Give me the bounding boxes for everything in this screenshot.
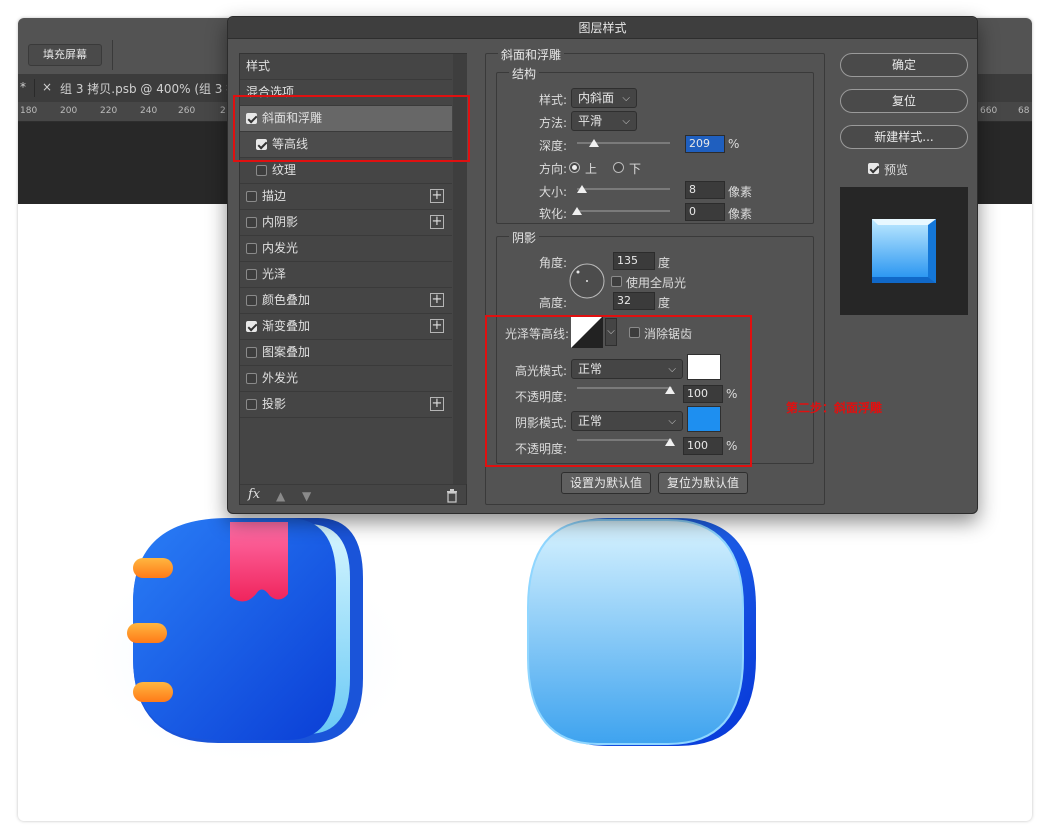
style-item-color-overlay[interactable]: 颜色叠加 +	[240, 288, 452, 314]
depth-unit: %	[728, 137, 740, 151]
move-down-icon[interactable]: ▼	[302, 489, 311, 503]
fx-icon[interactable]: fx	[248, 487, 260, 502]
new-style-button[interactable]: 新建样式...	[840, 125, 968, 149]
reset-button[interactable]: 复位	[840, 89, 968, 113]
add-color-overlay-icon[interactable]: +	[430, 293, 444, 307]
gradient-overlay-checkbox[interactable]	[246, 321, 257, 332]
style-select[interactable]: 内斜面 ⌵	[571, 88, 637, 108]
inner-shadow-checkbox[interactable]	[246, 217, 257, 228]
styles-header[interactable]: 样式	[240, 54, 452, 80]
add-inner-shadow-icon[interactable]: +	[430, 215, 444, 229]
color-overlay-checkbox[interactable]	[246, 295, 257, 306]
drop-shadow-checkbox[interactable]	[246, 399, 257, 410]
size-unit: 像素	[728, 185, 753, 199]
direction-label: 方向:	[539, 162, 568, 176]
depth-label: 深度:	[539, 139, 568, 153]
soften-slider-knob[interactable]	[572, 207, 582, 215]
inner-glow-checkbox[interactable]	[246, 243, 257, 254]
angle-dial-icon[interactable]	[568, 262, 606, 300]
trash-icon[interactable]	[446, 489, 458, 503]
style-label: 样式:	[539, 93, 568, 107]
size-input[interactable]: 8	[685, 181, 725, 199]
annotation-box-gloss	[485, 315, 752, 467]
soften-slider[interactable]	[577, 210, 670, 212]
direction-up-label: 上	[585, 162, 598, 176]
size-slider[interactable]	[577, 188, 670, 190]
bevel-group-title: 斜面和浮雕	[498, 46, 565, 63]
angle-unit: 度	[658, 256, 671, 270]
move-up-icon[interactable]: ▲	[276, 489, 285, 503]
style-item-gradient-overlay[interactable]: 渐变叠加 +	[240, 314, 452, 340]
add-stroke-icon[interactable]: +	[430, 189, 444, 203]
angle-input[interactable]: 135	[613, 252, 655, 270]
add-gradient-overlay-icon[interactable]: +	[430, 319, 444, 333]
style-item-pattern-overlay[interactable]: 图案叠加	[240, 340, 452, 366]
structure-group: 结构 样式: 内斜面 ⌵ 方法: 平滑 ⌵ 深度: 209 % 方向: 上 下 大小…	[496, 65, 814, 224]
structure-title: 结构	[509, 65, 540, 82]
styles-footer: fx ▲ ▼	[240, 484, 466, 506]
altitude-label: 高度:	[539, 296, 568, 310]
depth-input[interactable]: 209	[685, 135, 725, 153]
style-item-drop-shadow[interactable]: 投影 +	[240, 392, 452, 418]
altitude-input[interactable]: 32	[613, 292, 655, 310]
direction-down-radio[interactable]	[613, 162, 624, 173]
preview-swatch-icon	[872, 219, 936, 283]
depth-slider-knob[interactable]	[589, 139, 599, 147]
method-select[interactable]: 平滑 ⌵	[571, 111, 637, 131]
ok-button[interactable]: 确定	[840, 53, 968, 77]
style-item-inner-glow[interactable]: 内发光	[240, 236, 452, 262]
soften-input[interactable]: 0	[685, 203, 725, 221]
direction-down-label: 下	[629, 162, 642, 176]
soften-label: 软化:	[539, 207, 568, 221]
size-slider-knob[interactable]	[577, 185, 587, 193]
step-note: 第二步：斜面浮雕	[786, 401, 883, 415]
style-item-inner-shadow[interactable]: 内阴影 +	[240, 210, 452, 236]
annotation-box-bevel-contour	[233, 95, 470, 162]
method-label: 方法:	[539, 116, 568, 130]
texture-checkbox[interactable]	[256, 165, 267, 176]
style-item-satin[interactable]: 光泽	[240, 262, 452, 288]
preview-thumbnail	[840, 187, 968, 315]
outer-glow-checkbox[interactable]	[246, 373, 257, 384]
angle-label: 角度:	[539, 256, 568, 270]
size-label: 大小:	[539, 185, 568, 199]
global-light-label: 使用全局光	[626, 276, 687, 290]
style-item-outer-glow[interactable]: 外发光	[240, 366, 452, 392]
direction-up-radio[interactable]	[569, 162, 580, 173]
satin-checkbox[interactable]	[246, 269, 257, 280]
global-light-checkbox[interactable]	[611, 276, 622, 287]
preview-label: 预览	[884, 163, 909, 177]
pattern-overlay-checkbox[interactable]	[246, 347, 257, 358]
stroke-checkbox[interactable]	[246, 191, 257, 202]
altitude-unit: 度	[658, 296, 671, 310]
preview-checkbox[interactable]	[868, 163, 879, 174]
add-drop-shadow-icon[interactable]: +	[430, 397, 444, 411]
soften-unit: 像素	[728, 207, 753, 221]
shading-title: 阴影	[509, 229, 540, 246]
dialog-title: 图层样式	[228, 17, 977, 39]
reset-default-button[interactable]: 复位为默认值	[658, 472, 748, 494]
make-default-button[interactable]: 设置为默认值	[561, 472, 651, 494]
style-item-stroke[interactable]: 描边 +	[240, 184, 452, 210]
